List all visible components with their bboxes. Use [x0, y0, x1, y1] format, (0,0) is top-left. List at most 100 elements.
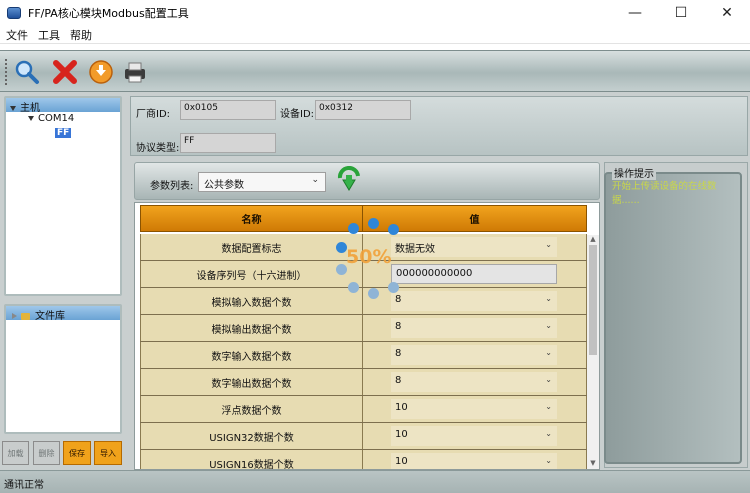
table-row: 浮点数据个数 10 ⌄ — [140, 396, 587, 423]
menu-tools[interactable]: 工具 — [38, 27, 60, 43]
param-name: 模拟输出数据个数 — [140, 315, 363, 341]
param-value-cell: 10 ⌄ — [363, 396, 587, 422]
spinner-dot — [368, 218, 379, 229]
tree-node-host[interactable]: 主机 — [10, 99, 40, 114]
param-value-select[interactable]: 8 ⌄ — [391, 291, 557, 311]
menu-help[interactable]: 帮助 — [70, 27, 92, 43]
param-value-select[interactable]: 10 ⌄ — [391, 426, 557, 446]
app-icon — [7, 7, 21, 19]
tree-node-library-label: 文件库 — [35, 311, 65, 322]
scroll-thumb[interactable] — [589, 245, 597, 355]
vendor-id-label: 厂商ID: — [136, 109, 171, 120]
table-row: 数字输入数据个数 8 ⌄ — [140, 342, 587, 369]
tree-node-device[interactable]: FF — [55, 127, 72, 138]
loading-spinner: 50% — [334, 218, 408, 302]
serial-number-input[interactable]: 000000000000 — [391, 264, 557, 284]
chevron-down-icon: ⌄ — [311, 175, 319, 185]
chevron-down-icon: ⌄ — [545, 321, 552, 330]
maximize-button[interactable]: ☐ — [658, 0, 704, 26]
delete-button[interactable]: 删除 — [33, 441, 60, 465]
save-button[interactable]: 保存 — [63, 441, 91, 465]
chevron-down-icon: ⌄ — [545, 402, 552, 411]
param-value-cell: 8 ⌄ — [363, 342, 587, 368]
param-value-cell: 8 ⌄ — [363, 315, 587, 341]
printer-icon[interactable] — [122, 59, 148, 85]
load-button[interactable]: 加载 — [2, 441, 29, 465]
minimize-button[interactable]: — — [612, 0, 658, 26]
chevron-down-icon: ⌄ — [545, 240, 552, 249]
hint-text: 开始上传读设备的在线数据...... — [612, 181, 717, 206]
table-row: 模拟输出数据个数 8 ⌄ — [140, 315, 587, 342]
hint-group-box — [604, 172, 742, 464]
chevron-down-icon: ⌄ — [545, 375, 552, 384]
chevron-down-icon: ⌄ — [545, 348, 552, 357]
spinner-dot — [388, 282, 399, 293]
param-value: 10 — [395, 429, 408, 440]
spinner-dot — [348, 282, 359, 293]
import-button[interactable]: 导入 — [94, 441, 122, 465]
table-row: 数字输出数据个数 8 ⌄ — [140, 369, 587, 396]
param-name: 数字输入数据个数 — [140, 342, 363, 368]
column-name-header: 名称 — [141, 206, 363, 231]
library-panel — [4, 304, 122, 434]
tree-node-library[interactable]: 文件库 — [12, 307, 65, 322]
param-name: USIGN32数据个数 — [140, 423, 363, 449]
device-id-label: 设备ID: — [280, 109, 315, 120]
table-scrollbar[interactable]: ▲ ▼ — [587, 235, 599, 469]
menu-bar: 文件 工具 帮助 — [0, 26, 750, 44]
toolbar-grip[interactable] — [5, 59, 8, 85]
chevron-down-icon: ⌄ — [545, 294, 552, 303]
folder-icon — [21, 312, 30, 320]
tree-node-device-label: FF — [55, 128, 72, 138]
table-row: USIGN32数据个数 10 ⌄ — [140, 423, 587, 450]
param-value-select[interactable]: 8 ⌄ — [391, 318, 557, 338]
param-list-value: 公共参数 — [204, 180, 244, 191]
param-value: 10 — [395, 456, 408, 467]
scroll-up-icon[interactable]: ▲ — [587, 235, 599, 245]
param-value: 8 — [395, 375, 402, 386]
param-value-select[interactable]: 数据无效 ⌄ — [391, 237, 557, 257]
vendor-id-field: 0x0105 — [180, 100, 276, 120]
param-value-select[interactable]: 10 ⌄ — [391, 453, 557, 469]
param-value-cell: 10 ⌄ — [363, 450, 587, 469]
param-value: 8 — [395, 321, 402, 332]
search-icon[interactable] — [14, 59, 40, 85]
toolbar — [0, 50, 750, 92]
window-controls: — ☐ ✕ — [612, 0, 750, 26]
spinner-dot — [368, 288, 379, 299]
param-value-select[interactable]: 10 ⌄ — [391, 399, 557, 419]
param-value-select[interactable]: 8 ⌄ — [391, 345, 557, 365]
delete-x-icon[interactable] — [52, 59, 78, 85]
tree-node-com-label: COM14 — [38, 113, 75, 124]
device-tree-panel — [4, 96, 122, 296]
param-value: 8 — [395, 348, 402, 359]
chevron-down-icon: ⌄ — [545, 456, 552, 465]
param-name: 浮点数据个数 — [140, 396, 363, 422]
param-value-cell: 10 ⌄ — [363, 423, 587, 449]
table-row: USIGN16数据个数 10 ⌄ — [140, 450, 587, 469]
close-button[interactable]: ✕ — [704, 0, 750, 26]
menu-file[interactable]: 文件 — [6, 27, 28, 43]
status-bar: 通讯正常 — [0, 470, 750, 493]
expand-icon — [10, 105, 16, 111]
param-name: 模拟输入数据个数 — [140, 288, 363, 314]
spinner-dot — [388, 224, 399, 235]
scroll-down-icon[interactable]: ▼ — [587, 459, 599, 469]
protocol-label: 协议类型: — [136, 143, 180, 154]
param-list-select[interactable]: 公共参数 ⌄ — [198, 172, 326, 192]
window-title: FF/PA核心模块Modbus配置工具 — [28, 7, 189, 20]
tree-node-com[interactable]: COM14 — [28, 113, 74, 124]
param-name: USIGN16数据个数 — [140, 450, 363, 469]
loading-percent: 50% — [346, 246, 392, 268]
refresh-download-icon[interactable] — [336, 166, 362, 194]
param-name: 数字输出数据个数 — [140, 369, 363, 395]
param-value: 10 — [395, 402, 408, 413]
title-bar: FF/PA核心模块Modbus配置工具 — ☐ ✕ — [0, 0, 750, 26]
param-value-select[interactable]: 8 ⌄ — [391, 372, 557, 392]
device-id-field: 0x0312 — [315, 100, 411, 120]
collapse-icon — [12, 313, 17, 319]
chevron-down-icon: ⌄ — [545, 429, 552, 438]
download-arrow-icon[interactable] — [88, 59, 114, 85]
param-name: 数据配置标志 — [140, 234, 363, 260]
hint-title: 操作提示 — [612, 165, 656, 180]
